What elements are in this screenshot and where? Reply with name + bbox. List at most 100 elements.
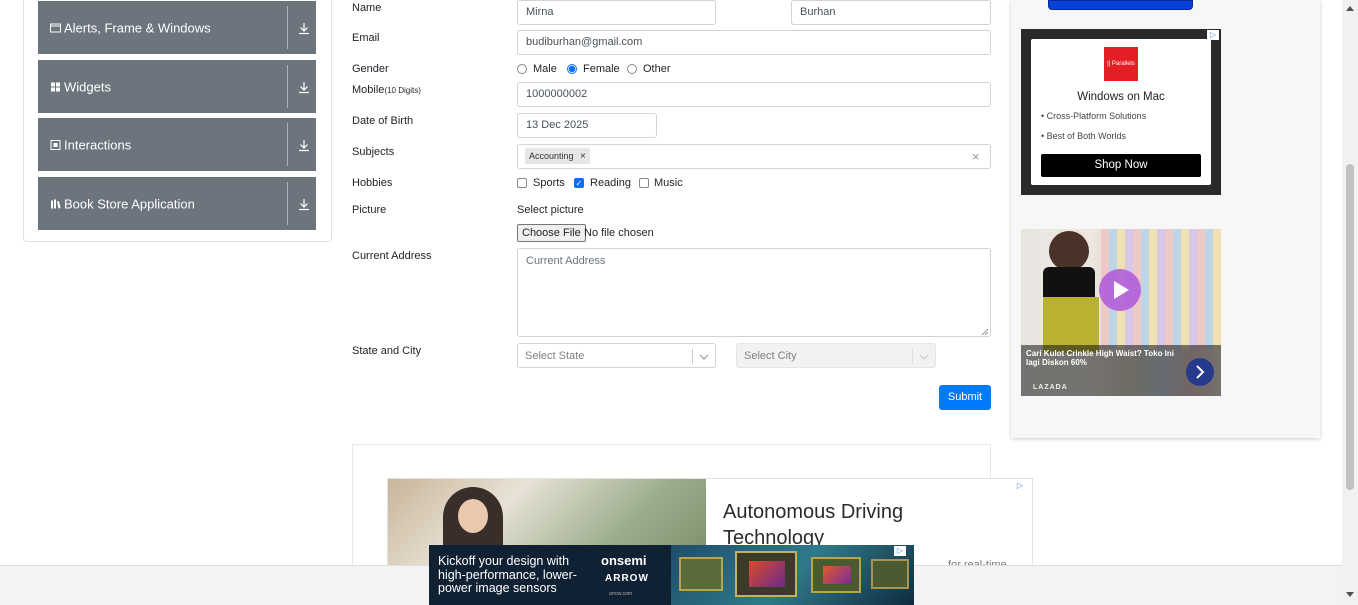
chevron-down-icon <box>699 352 709 364</box>
sensor-chips-image <box>671 545 914 605</box>
menu-group-alerts[interactable]: Alerts, Frame & Windows <box>38 1 316 54</box>
lazada-logo: LAZADA <box>1033 384 1068 391</box>
download-arrow-icon[interactable] <box>297 138 311 152</box>
banner-text: Kickoff your design with high-performanc… <box>438 554 577 596</box>
gender-male-radio[interactable] <box>517 64 527 74</box>
clear-all-icon[interactable]: × <box>972 149 980 164</box>
address-textarea[interactable]: Current Address <box>517 248 991 337</box>
bullet-text: Cross-Platform Solutions <box>1046 111 1147 121</box>
divider <box>287 123 288 166</box>
no-file-text: No file chosen <box>584 227 654 239</box>
shop-now-button[interactable]: Shop Now <box>1041 154 1201 177</box>
next-arrow-icon[interactable] <box>1186 358 1214 386</box>
menu-group-bookstore[interactable]: Book Store Application <box>38 177 316 230</box>
first-name-input[interactable]: Mirna <box>517 0 716 25</box>
scrollbar-thumb[interactable] <box>1346 164 1354 490</box>
hobby-sports-label[interactable]: Sports <box>533 177 565 189</box>
picture-label: Picture <box>352 204 387 216</box>
gender-other-label[interactable]: Other <box>643 63 671 75</box>
mobile-label: Mobile(10 Digits) <box>352 84 421 96</box>
banner-line3: power image sensors <box>438 581 557 595</box>
chip-1 <box>679 557 723 591</box>
adchoices-icon[interactable]: ▷ <box>1207 30 1219 40</box>
gender-other-radio[interactable] <box>627 64 637 74</box>
select-divider <box>912 349 913 364</box>
parallels-card: || Parallels Windows on Mac • Cross-Plat… <box>1031 39 1211 185</box>
dob-input[interactable]: 13 Dec 2025 <box>517 113 657 138</box>
menu-group-label: Book Store Application <box>64 196 195 211</box>
bullet-text: Best of Both Worlds <box>1046 131 1127 141</box>
hobby-reading-label[interactable]: Reading <box>590 177 631 189</box>
parallels-bullet-1: • Cross-Platform Solutions <box>1041 111 1147 121</box>
subject-chip-label: Accounting <box>529 151 574 161</box>
hobby-music-checkbox[interactable] <box>639 178 649 188</box>
window-icon <box>50 22 61 33</box>
gender-female-radio[interactable] <box>567 64 577 74</box>
gender-female-label[interactable]: Female <box>583 63 620 75</box>
mobile-label-text: Mobile <box>352 84 385 96</box>
parallels-bullet-2: • Best of Both Worlds <box>1041 131 1127 141</box>
mobile-input[interactable]: 1000000002 <box>517 82 991 107</box>
play-button-icon[interactable] <box>1099 269 1141 311</box>
onsemi-logo: onsemi <box>601 553 647 568</box>
hobby-music-label[interactable]: Music <box>654 177 683 189</box>
hobby-sports-checkbox[interactable] <box>517 178 527 188</box>
chip-2 <box>735 551 797 597</box>
parallels-title: Windows on Mac <box>1077 91 1165 103</box>
top-ad-button[interactable] <box>1048 0 1193 10</box>
gender-male-label[interactable]: Male <box>533 63 557 75</box>
mobile-hint: (10 Digits) <box>384 86 421 95</box>
banner-line2: high-performance, lower- <box>438 567 577 582</box>
state-placeholder: Select State <box>525 350 585 362</box>
adchoices-icon[interactable]: ▷ <box>894 546 906 556</box>
ad-headline: Autonomous Driving Technology <box>723 499 903 551</box>
hobby-reading-checkbox[interactable]: ✓ <box>574 178 584 188</box>
subjects-label: Subjects <box>352 146 395 158</box>
address-label: Current Address <box>352 250 432 262</box>
choose-file-button[interactable]: Choose File <box>517 224 586 242</box>
menu-group-interactions[interactable]: Interactions <box>38 118 316 171</box>
state-select[interactable]: Select State <box>517 343 716 368</box>
select-divider <box>692 349 693 364</box>
city-placeholder: Select City <box>744 350 797 362</box>
driver-face <box>458 499 488 533</box>
divider <box>287 6 288 49</box>
arrow-logo: ARROW <box>605 573 649 584</box>
state-city-label: State and City <box>352 345 422 357</box>
ad-headline-line1: Autonomous Driving <box>723 501 904 523</box>
download-arrow-icon[interactable] <box>297 197 311 211</box>
chip-sensor <box>749 561 785 587</box>
chip-3 <box>811 557 861 593</box>
gender-label: Gender <box>352 63 389 75</box>
lazada-caption: Cari Kulot Crinkle High Waist? Toko Ini … <box>1026 349 1175 367</box>
model-head <box>1049 231 1089 271</box>
arrow-url: arrow.com <box>609 591 633 597</box>
last-name-input[interactable]: Burhan <box>791 0 991 25</box>
menu-group-label: Widgets <box>64 79 111 94</box>
bookstore-icon <box>50 198 61 209</box>
parallels-ad[interactable]: || Parallels Windows on Mac • Cross-Plat… <box>1021 29 1221 195</box>
resize-grip-icon[interactable] <box>981 327 989 336</box>
chip-remove-icon[interactable]: × <box>580 151 586 162</box>
download-arrow-icon[interactable] <box>297 21 311 35</box>
submit-button[interactable]: Submit <box>939 385 991 410</box>
interactions-icon <box>50 139 61 150</box>
sensor-banner-ad[interactable]: Kickoff your design with high-performanc… <box>429 545 914 605</box>
adchoices-icon[interactable]: ▷ <box>1014 481 1026 491</box>
divider <box>287 65 288 108</box>
subject-chip: Accounting × <box>525 148 590 164</box>
city-select[interactable]: Select City <box>736 343 936 368</box>
menu-group-label: Interactions <box>64 137 132 152</box>
scroll-up-icon[interactable] <box>1346 2 1354 14</box>
menu-group-widgets[interactable]: Widgets <box>38 60 316 113</box>
download-arrow-icon[interactable] <box>297 80 311 94</box>
select-picture-label: Select picture <box>517 204 584 216</box>
scroll-down-icon[interactable] <box>1346 589 1354 601</box>
email-label: Email <box>352 32 380 44</box>
lazada-ad[interactable]: Cari Kulot Crinkle High Waist? Toko Ini … <box>1021 229 1221 396</box>
banner-line1: Kickoff your design with <box>438 554 570 568</box>
chip-sensor <box>823 566 851 584</box>
email-input[interactable]: budiburhan@gmail.com <box>517 30 991 55</box>
model-top <box>1043 267 1095 297</box>
hobbies-label: Hobbies <box>352 177 393 189</box>
